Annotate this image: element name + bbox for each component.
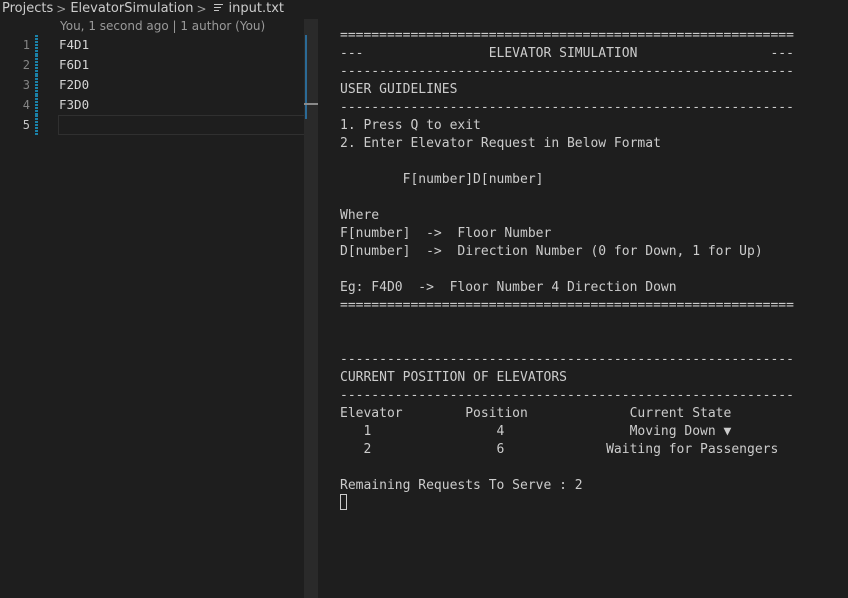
terminal-line: 1 4 Moving Down ▼ — [340, 424, 732, 439]
line-number: 5 — [22, 118, 30, 132]
code-line-text[interactable]: F2D0 — [59, 75, 89, 95]
scrollbar-change-marker — [305, 35, 307, 119]
terminal-line: CURRENT POSITION OF ELEVATORS — [340, 370, 567, 385]
terminal-line: USER GUIDELINES — [340, 82, 458, 97]
terminal-line: ----------------------------------------… — [340, 388, 794, 403]
terminal-line: ========================================… — [340, 28, 794, 43]
current-line-highlight — [58, 115, 306, 135]
git-modified-indicator[interactable] — [35, 35, 38, 55]
code-area[interactable]: 1 F4D1 2 F6D1 3 F2D0 4 F3D0 5 — [0, 35, 306, 135]
code-line-text[interactable]: F3D0 — [59, 95, 89, 115]
terminal-line: ----------------------------------------… — [340, 100, 794, 115]
scrollbar-cursor-marker — [304, 103, 318, 105]
terminal-line: --- ELEVATOR SIMULATION --- — [340, 46, 794, 61]
breadcrumb-item-elevator-simulation[interactable]: ElevatorSimulation — [70, 1, 193, 16]
line-number: 3 — [22, 78, 30, 92]
terminal-line: Eg: F4D0 -> Floor Number 4 Direction Dow… — [340, 280, 677, 295]
terminal-line: D[number] -> Direction Number (0 for Dow… — [340, 244, 763, 259]
code-line[interactable]: 3 F2D0 — [0, 75, 304, 95]
terminal-line: F[number] -> Floor Number — [340, 226, 552, 241]
git-blame-annotation[interactable]: You, 1 second ago | 1 author (You) — [60, 19, 265, 33]
terminal-line: ----------------------------------------… — [340, 64, 794, 79]
terminal-output: ========================================… — [340, 27, 794, 495]
breadcrumb-item-projects[interactable]: Projects — [2, 1, 53, 16]
breadcrumb-item-input-txt[interactable]: input.txt — [229, 1, 284, 16]
terminal-line: Elevator Position Current State — [340, 406, 732, 421]
chevron-right-icon: > — [56, 1, 67, 16]
terminal-line: 2. Enter Elevator Request in Below Forma… — [340, 136, 661, 151]
terminal-line: 1. Press Q to exit — [340, 118, 481, 133]
line-number: 4 — [22, 98, 30, 112]
editor-scrollbar[interactable] — [304, 19, 318, 598]
terminal-line: Remaining Requests To Serve : 2 — [340, 478, 583, 493]
line-number: 1 — [22, 38, 30, 52]
chevron-right-icon: > — [196, 1, 207, 16]
code-line[interactable]: 4 F3D0 — [0, 95, 304, 115]
editor-pane: Projects > ElevatorSimulation > input.tx… — [0, 0, 318, 598]
code-line[interactable]: 1 F4D1 — [0, 35, 304, 55]
terminal-line: 2 6 Waiting for Passengers — [340, 442, 779, 457]
terminal-line: ========================================… — [340, 298, 794, 313]
code-line-text[interactable]: F6D1 — [59, 55, 89, 75]
terminal-panel[interactable]: ========================================… — [320, 0, 848, 598]
line-number: 2 — [22, 58, 30, 72]
terminal-line: ----------------------------------------… — [340, 352, 794, 367]
breadcrumb: Projects > ElevatorSimulation > input.tx… — [2, 0, 284, 17]
terminal-cursor — [340, 494, 347, 510]
code-line-current[interactable]: 5 — [0, 115, 306, 135]
code-line-text[interactable]: F4D1 — [59, 35, 89, 55]
git-modified-indicator[interactable] — [35, 115, 38, 135]
terminal-line: Where — [340, 208, 380, 223]
git-modified-indicator[interactable] — [35, 55, 38, 75]
git-modified-indicator[interactable] — [35, 75, 38, 95]
git-modified-indicator[interactable] — [35, 95, 38, 115]
lines-file-icon — [213, 3, 223, 12]
code-line[interactable]: 2 F6D1 — [0, 55, 304, 75]
terminal-line: F[number]D[number] — [340, 172, 544, 187]
